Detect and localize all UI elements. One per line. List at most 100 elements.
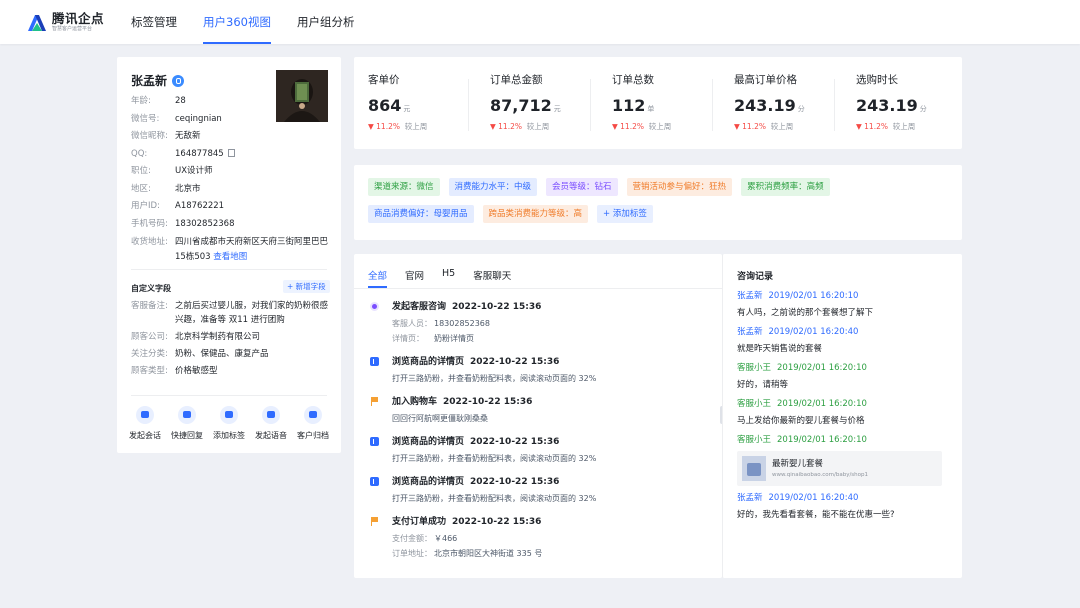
action-label: 添加标签 bbox=[213, 431, 245, 440]
chat-message: 客服小王 2019/02/01 16:20:10 最新婴儿套餐 www.qinai… bbox=[737, 434, 952, 486]
message-time: 2019/02/01 16:20:40 bbox=[768, 327, 859, 337]
info-label: 职位: bbox=[131, 166, 151, 176]
stat-compare: 较上周 bbox=[404, 122, 428, 131]
info-value: 18302852368 bbox=[175, 218, 235, 229]
event-list: 发起客服咨询 2022-10-22 15:36 客服人员： 18302852368 … bbox=[368, 300, 713, 570]
nav-user-group-analysis[interactable]: 用户组分析 bbox=[297, 0, 355, 44]
timeline-event[interactable]: 浏览商品的详情页 2022-10-22 15:36 打开三路奶粉，并查看奶粉配料表… bbox=[368, 355, 713, 386]
trend-down-icon: ▼ bbox=[490, 122, 499, 131]
add-tag-link[interactable]: + 添加标签 bbox=[597, 205, 653, 223]
stat-trend-value: 11.2% bbox=[376, 122, 400, 131]
event-detail-value: 打开三路奶粉，并查看奶粉配料表，阅读滚动页面的 32% bbox=[392, 454, 597, 463]
custom-fields-list: 客服备注: 之前后买过婴儿服，对我们家的奶粉很感兴趣，准备等 双11 进行团购 … bbox=[131, 298, 331, 380]
tag-spending-level[interactable]: 消费能力水平：中级 bbox=[448, 178, 538, 196]
stat-compare: 较上周 bbox=[892, 122, 916, 131]
event-detail-value: 北京市朝阳区大神街道 335 号 bbox=[434, 549, 543, 558]
stat-trend-value: 11.2% bbox=[498, 122, 522, 131]
stat-trend-value: 11.2% bbox=[864, 122, 888, 131]
archive-customer-button[interactable]: 客户归档 bbox=[293, 406, 333, 441]
tags-card: 渠道来源：微信 消费能力水平：中级 会员等级：钻石 营销活动参与偏好：狂热 累积… bbox=[354, 165, 962, 240]
activity-tabs: 全部 官网 H5 客服聊天 bbox=[368, 268, 529, 288]
tag-member-level[interactable]: 会员等级：钻石 bbox=[546, 178, 618, 196]
message-sender: 客服小王 bbox=[737, 399, 772, 409]
message-time: 2019/02/01 16:20:10 bbox=[777, 435, 867, 445]
info-value: 四川省成都市天府新区天府三街阿里巴巴15栋503 bbox=[175, 237, 329, 262]
tab-website[interactable]: 官网 bbox=[405, 268, 424, 288]
logo[interactable]: 腾讯企点 智慧客户运营平台 bbox=[26, 10, 104, 34]
tab-h5[interactable]: H5 bbox=[442, 268, 455, 288]
event-time: 2022-10-22 15:36 bbox=[443, 397, 533, 407]
chat-icon bbox=[136, 406, 154, 424]
custom-row-type: 顾客类型: 价格敏感型 bbox=[131, 363, 331, 380]
page-view-icon bbox=[370, 357, 379, 366]
nav-tag-management[interactable]: 标签管理 bbox=[131, 0, 177, 44]
view-map-link[interactable]: 查看地图 bbox=[213, 252, 247, 262]
tab-customer-chat[interactable]: 客服聊天 bbox=[473, 268, 511, 288]
chat-message: 张孟新 2019/02/01 16:20:10 有人吗，之前说的那个套餐想了解下 bbox=[737, 290, 952, 320]
divider bbox=[834, 79, 835, 131]
info-row-wechat-nickname: 微信昵称: 无敌新 bbox=[131, 128, 331, 146]
trend-down-icon: ▼ bbox=[368, 122, 377, 131]
tag-purchase-frequency[interactable]: 累积消费频率：高频 bbox=[741, 178, 830, 196]
tag-icon bbox=[220, 406, 238, 424]
stat-highest-order-price: 最高订单价格 243.19 分 ▼ 11.2% 较上周 bbox=[734, 72, 844, 132]
divider bbox=[131, 269, 327, 270]
add-tag-button[interactable]: 添加标签 bbox=[209, 406, 249, 441]
product-link-card[interactable]: 最新婴儿套餐 www.qinaibaobao.com/baby/shop1 bbox=[737, 451, 942, 486]
stats-card: 客单价 864 元 ▼ 11.2% 较上周 订单总金额 87,712 元 ▼ 11.… bbox=[354, 57, 962, 149]
event-title: 发起客服咨询 bbox=[392, 302, 447, 312]
tag-channel-source[interactable]: 渠道来源：微信 bbox=[368, 178, 440, 196]
event-detail-label: 订单地址： bbox=[392, 549, 432, 558]
profile-card: 张孟新 年龄: 28 微信号: ceqingnian 微信昵称: 无敌新 QQ:… bbox=[117, 57, 341, 453]
stat-total-order-amount: 订单总金额 87,712 元 ▼ 11.2% 较上周 bbox=[490, 72, 600, 132]
stat-unit: 元 bbox=[553, 105, 561, 113]
info-value: 价格敏感型 bbox=[175, 366, 218, 376]
tag-campaign-preference[interactable]: 营销活动参与偏好：狂热 bbox=[626, 178, 733, 196]
stat-shopping-duration: 选购时长 243.19 分 ▼ 11.2% 较上周 bbox=[856, 72, 966, 132]
event-detail-value: 回回行阿航啊更僵耿刚桑桑 bbox=[392, 414, 488, 423]
timeline-event[interactable]: 浏览商品的详情页 2022-10-22 15:36 打开三路奶粉，并查看奶粉配料表… bbox=[368, 435, 713, 466]
action-label: 快捷回复 bbox=[171, 431, 203, 440]
event-time: 2022-10-22 15:36 bbox=[452, 517, 542, 527]
event-detail-label: 客服人员： bbox=[392, 319, 432, 328]
timeline-event[interactable]: 浏览商品的详情页 2022-10-22 15:36 打开三路奶粉，并查看奶粉配料表… bbox=[368, 475, 713, 506]
stat-compare: 较上周 bbox=[648, 122, 672, 131]
flag-icon bbox=[370, 517, 379, 526]
event-detail-value: 奶粉详情页 bbox=[434, 334, 474, 343]
message-text: 就是昨天销售说的套餐 bbox=[737, 344, 823, 354]
timeline-event[interactable]: 支付订单成功 2022-10-22 15:36 支付金额： ￥466 订单地址： 北京… bbox=[368, 515, 713, 561]
custom-fields-title: 自定义字段 bbox=[131, 284, 171, 293]
timeline-event[interactable]: 加入购物车 2022-10-22 15:36 回回行阿航啊更僵耿刚桑桑 bbox=[368, 395, 713, 426]
tab-all[interactable]: 全部 bbox=[368, 268, 388, 288]
message-time: 2019/02/01 16:20:40 bbox=[768, 493, 859, 503]
message-sender: 张孟新 bbox=[737, 327, 763, 337]
start-voice-button[interactable]: 发起语音 bbox=[251, 406, 291, 441]
consult-title: 咨询记录 bbox=[737, 272, 774, 282]
message-text: 马上发给你最新的婴儿套餐与价格 bbox=[737, 416, 865, 426]
start-chat-button[interactable]: 发起会话 bbox=[125, 406, 165, 441]
info-value: ceqingnian bbox=[175, 113, 222, 124]
info-label: 地区: bbox=[131, 183, 151, 194]
tag-product-preference[interactable]: 商品消费偏好：母婴用品 bbox=[368, 205, 474, 223]
action-label: 发起语音 bbox=[255, 431, 287, 440]
info-label: 顾客类型: bbox=[131, 366, 168, 376]
custom-row-note: 客服备注: 之前后买过婴儿服，对我们家的奶粉很感兴趣，准备等 双11 进行团购 bbox=[131, 298, 331, 329]
consult-history-card: 咨询记录 张孟新 2019/02/01 16:20:10 有人吗，之前说的那个套餐… bbox=[722, 254, 962, 578]
event-title: 支付订单成功 bbox=[392, 517, 447, 527]
info-row-region: 地区: 北京市 bbox=[131, 181, 331, 199]
nav-user-360-view[interactable]: 用户360视图 bbox=[203, 0, 271, 44]
message-sender: 张孟新 bbox=[737, 493, 763, 503]
copy-icon[interactable] bbox=[227, 148, 235, 157]
archive-icon bbox=[304, 406, 322, 424]
info-label: 客服备注: bbox=[131, 301, 168, 311]
quick-reply-button[interactable]: 快捷回复 bbox=[167, 406, 207, 441]
trend-down-icon: ▼ bbox=[734, 122, 743, 131]
info-label: 关注分类: bbox=[131, 349, 168, 359]
profile-info-list: 年龄: 28 微信号: ceqingnian 微信昵称: 无敌新 QQ: 164… bbox=[131, 93, 331, 265]
tag-cross-category-level[interactable]: 跨品类消费能力等级：高 bbox=[482, 205, 589, 223]
timeline-event[interactable]: 发起客服咨询 2022-10-22 15:36 客服人员： 18302852368 … bbox=[368, 300, 713, 346]
add-field-button[interactable]: + 新增字段 bbox=[283, 280, 330, 293]
stat-label: 客单价 bbox=[368, 74, 400, 86]
action-label: 客户归档 bbox=[297, 431, 329, 440]
chat-message: 客服小王 2019/02/01 16:20:10 好的，请稍等 bbox=[737, 362, 952, 392]
